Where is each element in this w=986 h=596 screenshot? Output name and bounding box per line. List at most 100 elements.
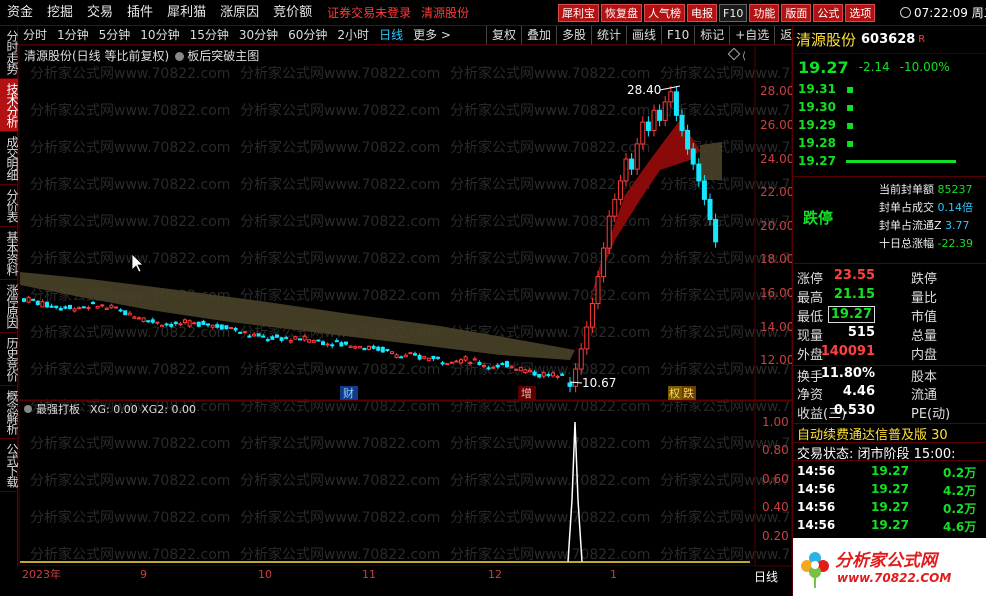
- candle-body: [640, 121, 646, 145]
- candle-body: [514, 368, 519, 371]
- candle-body: [578, 348, 584, 370]
- seal-label: 封单占流通Z: [879, 219, 942, 232]
- seal-value: 0.14倍: [937, 201, 974, 214]
- quote-value: 140091: [820, 344, 875, 359]
- chart-title-bar: 清源股份(日线 等比前复权) 板后突破主图: [24, 47, 259, 64]
- bid-row: 19.27: [793, 152, 986, 170]
- quote-row: 换手 11.80% 股本: [793, 365, 986, 385]
- quote-label-2: PE(动): [911, 407, 951, 422]
- x-label: 11: [362, 568, 376, 581]
- seal-row: 封单占成交 0.14倍: [879, 199, 973, 215]
- candle-body: [491, 366, 496, 369]
- candle-body: [86, 307, 91, 310]
- candle-body: [454, 360, 459, 363]
- candle-body: [95, 305, 100, 309]
- quote-label-2: 市值: [911, 310, 938, 325]
- candle-body: [362, 347, 367, 351]
- watermark-text: 分析家公式网www.70822.com: [240, 102, 440, 119]
- candle-body: [567, 382, 573, 387]
- bid-volume: ▪: [846, 82, 855, 96]
- candle-body: [316, 339, 321, 342]
- last-price: 19.27: [798, 57, 849, 77]
- quote-value-box: 19.27: [827, 306, 875, 323]
- candle-body: [541, 372, 546, 377]
- watermark-text: 分析家公式网www.70822.com: [450, 287, 650, 304]
- y-tick: 16.00: [760, 286, 794, 300]
- logo-url: www.70822.COM: [837, 571, 952, 585]
- tick-time: 14:56: [797, 464, 836, 478]
- price-row: 19.27 -2.14 -10.00%: [793, 54, 986, 80]
- candle-body: [662, 101, 668, 121]
- seal-value: 85237: [937, 183, 973, 196]
- tick-price: 19.27: [871, 518, 909, 532]
- marker-increase[interactable]: 增: [521, 386, 532, 400]
- candle-body: [123, 310, 128, 316]
- bid-row: 19.30 ▪: [793, 98, 986, 116]
- watermark-text: 分析家公式网www.70822.com: [240, 139, 440, 156]
- y-tick: 12.00: [760, 353, 794, 367]
- logo-text: 分析家公式网: [835, 551, 937, 571]
- sub-y-tick: 0.40: [762, 500, 789, 514]
- low-label: 10.67: [582, 376, 616, 390]
- candle-body: [551, 372, 555, 377]
- watermark-text: 分析家公式网www.70822.com: [450, 139, 650, 156]
- x-label: 1: [610, 568, 617, 581]
- seal-label: 封单占成交: [879, 201, 934, 214]
- chart-indicator[interactable]: 板后突破主图: [187, 49, 259, 63]
- candle-body: [49, 305, 54, 308]
- flower-logo-icon: [801, 552, 829, 588]
- candle-body: [426, 357, 431, 362]
- quote-row: 外盘 140091 内盘: [793, 344, 986, 363]
- seal-row: 当前封单额 85237: [879, 181, 973, 197]
- candle-body: [472, 358, 477, 361]
- candle-body: [164, 323, 169, 326]
- tick-row: 14:56 19.27 0.2万: [793, 464, 986, 482]
- marker-finance[interactable]: 财: [343, 386, 354, 400]
- seal-label: 当前封单额: [879, 183, 934, 196]
- quote-label-2: 量比: [911, 291, 938, 306]
- marker-rights[interactable]: 权: [669, 387, 680, 400]
- watermark-text: 分析家公式网www.70822.com: [450, 65, 650, 82]
- candle-body: [150, 319, 155, 323]
- candle-body: [399, 356, 404, 359]
- candle-body: [26, 296, 31, 303]
- marker-drop[interactable]: 跌: [683, 386, 694, 400]
- candle-body: [146, 320, 151, 323]
- quote-label: 最低: [797, 310, 824, 325]
- sub-y-tick: 0.80: [762, 443, 789, 457]
- candle-body: [201, 320, 206, 325]
- candle-body: [183, 319, 187, 323]
- sub-settings-icon[interactable]: [24, 405, 32, 413]
- quote-value: 21.15: [833, 287, 875, 302]
- candle-body: [528, 369, 532, 373]
- renew-ad[interactable]: 自动续费通达信普及版 30: [793, 423, 986, 442]
- bid-volume-bar: [846, 159, 956, 163]
- candle-body: [353, 346, 358, 349]
- sub-values: XG: 0.00 XG2: 0.00: [90, 403, 196, 416]
- candle-body: [72, 308, 77, 312]
- tick-row: 14:56 19.27 4.6万: [793, 518, 986, 536]
- chart-diamond-icon[interactable]: [727, 47, 741, 61]
- chart-collapse-icon[interactable]: ⟨: [742, 51, 746, 62]
- watermark-text: 分析家公式网www.70822.com: [450, 546, 650, 563]
- candle-body: [330, 344, 335, 347]
- price-change-pct: -10.00%: [899, 60, 950, 74]
- candle-body: [546, 374, 551, 377]
- bid-volume: ▪: [846, 136, 855, 150]
- dayline-label[interactable]: 日线: [754, 568, 778, 585]
- watermark-text: 分析家公式网www.70822.com: [30, 472, 230, 489]
- watermark-text: 分析家公式网www.70822.com: [30, 509, 230, 526]
- candle-body: [311, 340, 316, 343]
- quote-value: 515: [847, 325, 875, 340]
- candle-body: [408, 352, 413, 355]
- candle-body: [114, 306, 118, 309]
- bid-row: 19.29 ▪: [793, 116, 986, 134]
- quote-label: 换手: [797, 370, 824, 385]
- candle-body: [701, 180, 707, 200]
- candle-body: [261, 335, 266, 338]
- candle-body: [601, 247, 607, 278]
- indicator-settings-icon[interactable]: [175, 52, 185, 61]
- candle-body: [584, 326, 590, 350]
- sub-title: 最强打板: [36, 402, 80, 416]
- candle-body: [573, 368, 579, 387]
